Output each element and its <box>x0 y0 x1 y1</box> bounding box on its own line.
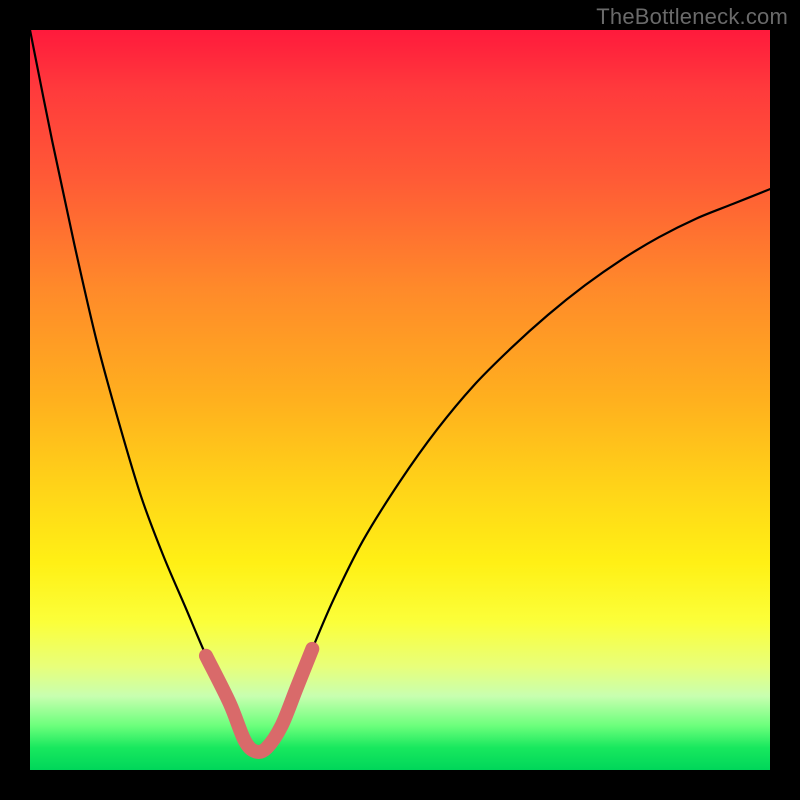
chart-svg <box>30 30 770 770</box>
chart-frame: TheBottleneck.com <box>0 0 800 800</box>
chart-plot-area <box>30 30 770 770</box>
bottleneck-curve <box>30 30 770 752</box>
watermark-text: TheBottleneck.com <box>596 4 788 30</box>
bottleneck-curve-highlight <box>206 649 312 752</box>
